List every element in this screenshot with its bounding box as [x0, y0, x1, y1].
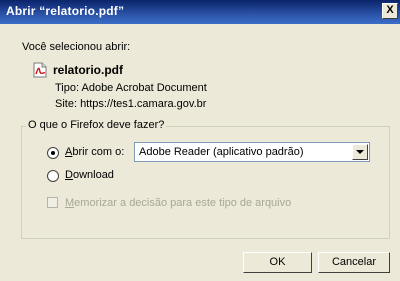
chevron-down-icon[interactable]: [352, 144, 368, 160]
open-with-radio[interactable]: [47, 147, 59, 159]
dialog-content: Você selecionou abrir: relatorio.pdf Tip…: [0, 24, 400, 281]
selected-action-text: Você selecionou abrir:: [22, 41, 131, 53]
close-icon: X: [386, 4, 394, 16]
remember-checkbox-label[interactable]: Memorizar a decisão para este tipo de ar…: [65, 197, 291, 209]
open-with-label[interactable]: Abrir com o:: [65, 146, 124, 158]
open-file-dialog: Abrir “relatorio.pdf” X Você selecionou …: [0, 0, 400, 281]
remember-checkbox[interactable]: [47, 197, 58, 208]
open-with-select-value: Adobe Reader (aplicativo padrão): [139, 146, 304, 158]
title-bar[interactable]: Abrir “relatorio.pdf” X: [0, 0, 400, 24]
file-site: Site: https://tes1.camara.gov.br: [55, 98, 207, 110]
ok-button[interactable]: OK: [243, 252, 312, 273]
file-type: Tipo: Adobe Acrobat Document: [55, 82, 207, 94]
window-title: Abrir “relatorio.pdf”: [6, 4, 125, 18]
open-with-select[interactable]: Adobe Reader (aplicativo padrão): [134, 142, 370, 162]
file-name: relatorio.pdf: [53, 63, 124, 77]
cancel-button[interactable]: Cancelar: [318, 252, 390, 273]
pdf-icon: [33, 62, 47, 78]
radio-selected-dot: [51, 151, 55, 155]
download-radio[interactable]: [47, 170, 59, 182]
download-label[interactable]: Download: [65, 169, 114, 181]
action-group-legend: O que o Firefox deve fazer?: [26, 119, 167, 131]
close-button[interactable]: X: [382, 3, 398, 19]
